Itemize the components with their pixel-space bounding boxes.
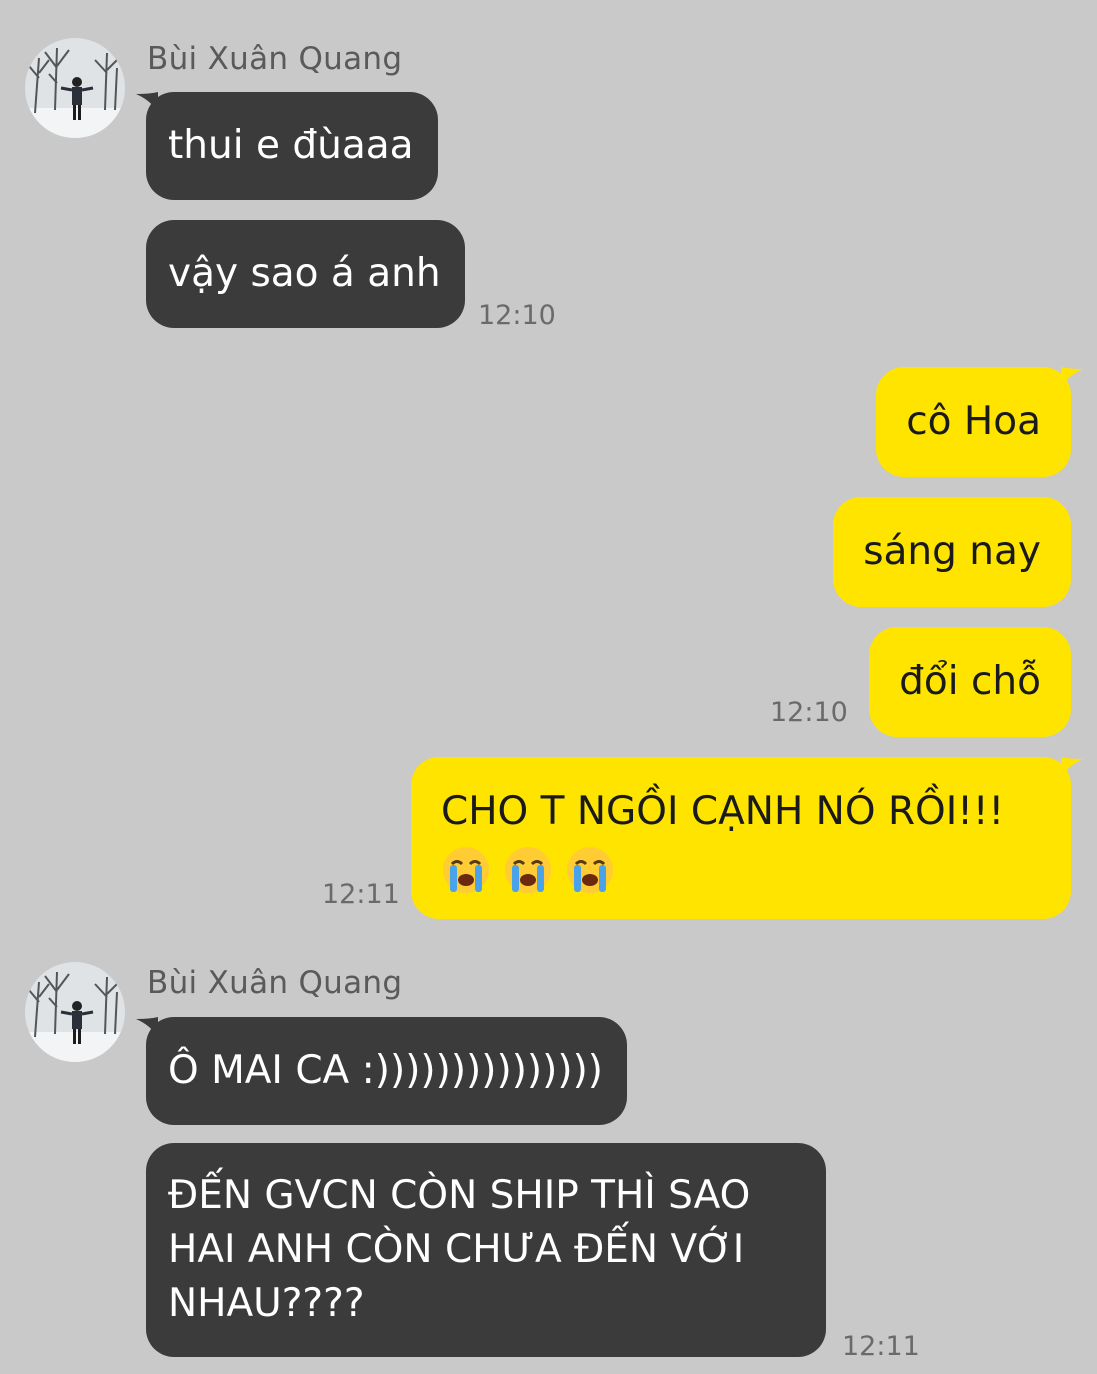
message-bubble[interactable]: đổi chỗ	[869, 627, 1071, 737]
message-bubble[interactable]: CHO T NGỒI CẠNH NÓ RỒI!!!	[411, 757, 1071, 919]
message-timestamp: 12:11	[842, 1331, 920, 1362]
message-bubble[interactable]: vậy sao á anh	[146, 220, 465, 328]
message-bubble[interactable]: cô Hoa	[876, 367, 1071, 477]
message-timestamp: 12:11	[322, 879, 400, 910]
loudly-crying-face-icon	[505, 847, 551, 893]
message-bubble[interactable]: thui e đùaaa	[146, 92, 438, 200]
message-bubble[interactable]: sáng nay	[833, 497, 1071, 607]
loudly-crying-face-icon	[443, 847, 489, 893]
message-bubble[interactable]: Ô MAI CA :)))))))))))))))	[146, 1017, 627, 1125]
loudly-crying-face-icon	[567, 847, 613, 893]
message-bubble[interactable]: ĐẾN GVCN CÒN SHIP THÌ SAO HAI ANH CÒN CH…	[146, 1143, 826, 1357]
sender-name: Bùi Xuân Quang	[147, 41, 403, 77]
message-timestamp: 12:10	[478, 300, 556, 331]
sender-avatar[interactable]	[25, 38, 125, 138]
sender-name: Bùi Xuân Quang	[147, 965, 403, 1001]
message-text: CHO T NGỒI CẠNH NÓ RỒI!!!	[441, 789, 1005, 834]
message-timestamp: 12:10	[770, 697, 848, 728]
sender-avatar[interactable]	[25, 962, 125, 1062]
emoji-row	[441, 845, 1041, 895]
